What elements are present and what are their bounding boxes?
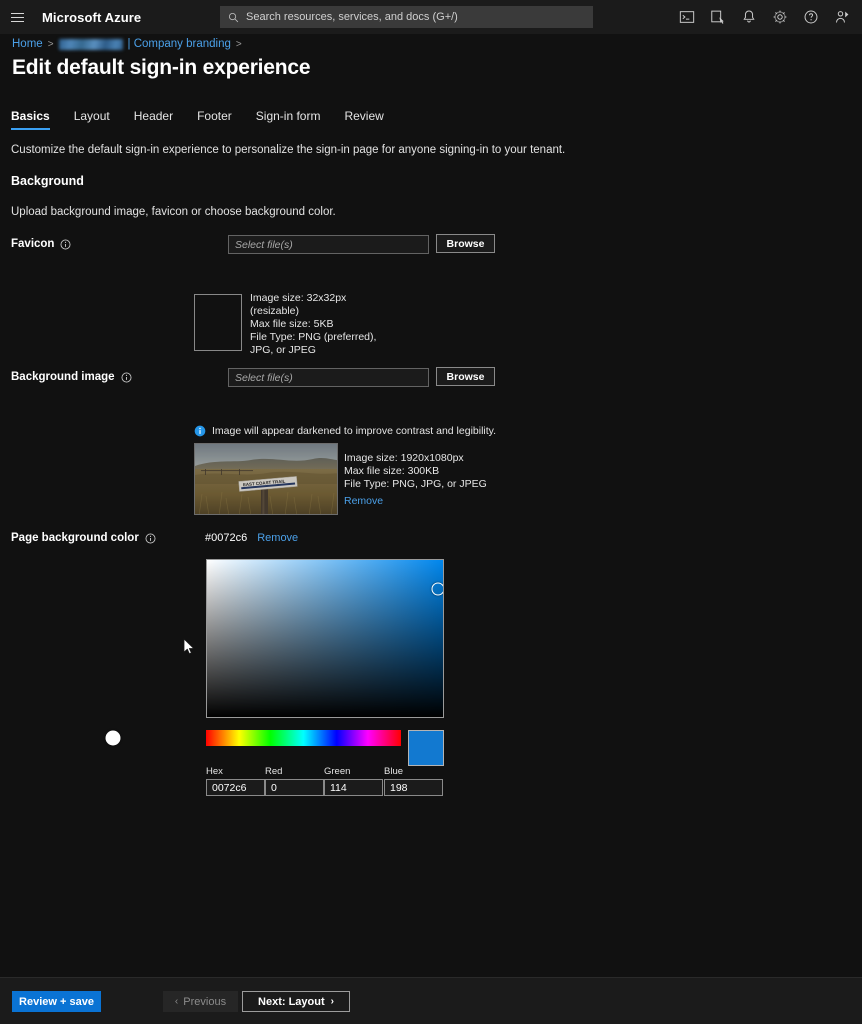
azure-portal-page: Microsoft Azure Search resources, servic… (0, 0, 862, 1024)
tab-layout[interactable]: Layout (62, 109, 122, 130)
background-image-thumbnail[interactable]: EAST COAST TRAIL (194, 443, 338, 515)
background-image-remove-link[interactable]: Remove (344, 495, 383, 507)
cloud-shell-icon[interactable] (679, 9, 695, 25)
tab-review[interactable]: Review (332, 109, 395, 130)
green-field-label: Green (324, 766, 383, 777)
azure-brand-label[interactable]: Microsoft Azure (42, 10, 141, 25)
chevron-right-icon: › (331, 997, 334, 1007)
hamburger-menu-icon[interactable] (0, 0, 34, 34)
background-image-notice: Image will appear darkened to improve co… (194, 425, 496, 437)
settings-gear-icon[interactable] (772, 9, 788, 25)
page-background-color-label-group: Page background color (11, 532, 156, 544)
tab-basics[interactable]: Basics (11, 109, 62, 130)
mouse-cursor (183, 638, 195, 656)
hue-slider-handle[interactable] (106, 731, 121, 746)
header-icon-group (679, 0, 850, 34)
search-icon (228, 12, 239, 23)
section-subtitle: Upload background image, favicon or choo… (11, 206, 336, 218)
help-question-icon[interactable] (803, 9, 819, 25)
favicon-label: Favicon (11, 238, 54, 250)
tab-footer[interactable]: Footer (185, 109, 244, 130)
red-field-group: Red 0 (265, 766, 324, 796)
global-search-input[interactable]: Search resources, services, and docs (G+… (220, 6, 593, 28)
background-image-file-input[interactable]: Select file(s) (228, 368, 429, 387)
selected-color-row: #0072c6 Remove (205, 532, 298, 544)
feedback-person-icon[interactable] (834, 9, 850, 25)
blue-input[interactable]: 198 (384, 779, 443, 796)
wizard-tabs: Basics Layout Header Footer Sign-in form… (11, 109, 396, 130)
blue-field-group: Blue 198 (384, 766, 443, 796)
next-layout-button[interactable]: Next: Layout › (242, 991, 350, 1012)
previous-button-label: Previous (183, 996, 226, 1008)
red-field-label: Red (265, 766, 324, 777)
wizard-action-bar: Review + save ‹ Previous Next: Layout › (0, 977, 862, 1024)
tab-sign-in-form[interactable]: Sign-in form (244, 109, 333, 130)
hex-field-group: Hex 0072c6 (206, 766, 265, 796)
background-image-label: Background image (11, 371, 115, 383)
favicon-file-input[interactable]: Select file(s) (228, 235, 429, 254)
favicon-label-group: Favicon (11, 238, 71, 250)
breadcrumb-separator-1: > (48, 39, 54, 50)
breadcrumb-home-link[interactable]: Home (12, 38, 43, 50)
global-search-placeholder: Search resources, services, and docs (G+… (246, 11, 458, 23)
page-background-color-remove-link[interactable]: Remove (257, 532, 298, 544)
notifications-bell-icon[interactable] (741, 9, 757, 25)
hex-input[interactable]: 0072c6 (206, 779, 265, 796)
info-circle-icon[interactable] (121, 372, 132, 383)
chevron-left-icon: ‹ (175, 997, 178, 1007)
more-actions-icon[interactable]: ··· (266, 63, 282, 78)
directories-subscriptions-icon[interactable] (710, 9, 726, 25)
breadcrumb-tenant-redacted[interactable] (59, 39, 123, 50)
value-gradient (207, 560, 443, 717)
color-preview-swatch (408, 730, 444, 766)
hue-slider[interactable] (206, 730, 401, 746)
background-image-notice-text: Image will appear darkened to improve co… (212, 425, 496, 437)
review-save-button[interactable]: Review + save (12, 991, 101, 1012)
red-input[interactable]: 0 (265, 779, 324, 796)
color-saturation-panel[interactable] (206, 559, 444, 718)
background-image-label-group: Background image (11, 371, 132, 383)
green-field-group: Green 114 (324, 766, 383, 796)
info-circle-icon[interactable] (145, 533, 156, 544)
thumbnail-artwork: EAST COAST TRAIL (195, 444, 338, 515)
favicon-browse-button[interactable]: Browse (436, 234, 495, 253)
favicon-preview-box (194, 294, 242, 351)
next-button-label: Next: Layout (258, 996, 325, 1008)
breadcrumb-separator-2: > (236, 39, 242, 50)
info-filled-icon (194, 425, 206, 437)
breadcrumb: Home > | Company branding > (12, 38, 242, 50)
breadcrumb-company-branding-link[interactable]: | Company branding (128, 38, 231, 50)
info-circle-icon[interactable] (60, 239, 71, 250)
saturation-handle[interactable] (432, 583, 445, 596)
green-input[interactable]: 114 (324, 779, 383, 796)
selected-color-hex: #0072c6 (205, 532, 247, 544)
tab-header[interactable]: Header (122, 109, 185, 130)
page-description: Customize the default sign-in experience… (11, 144, 565, 156)
page-background-color-label: Page background color (11, 532, 139, 544)
previous-button[interactable]: ‹ Previous (163, 991, 238, 1012)
global-header: Microsoft Azure Search resources, servic… (0, 0, 862, 34)
section-title-background: Background (11, 174, 84, 188)
blue-field-label: Blue (384, 766, 443, 777)
favicon-specs-text: Image size: 32x32px (resizable) Max file… (250, 292, 376, 357)
background-image-browse-button[interactable]: Browse (436, 367, 495, 386)
background-image-specs-text: Image size: 1920x1080px Max file size: 3… (344, 452, 487, 491)
hex-field-label: Hex (206, 766, 265, 777)
